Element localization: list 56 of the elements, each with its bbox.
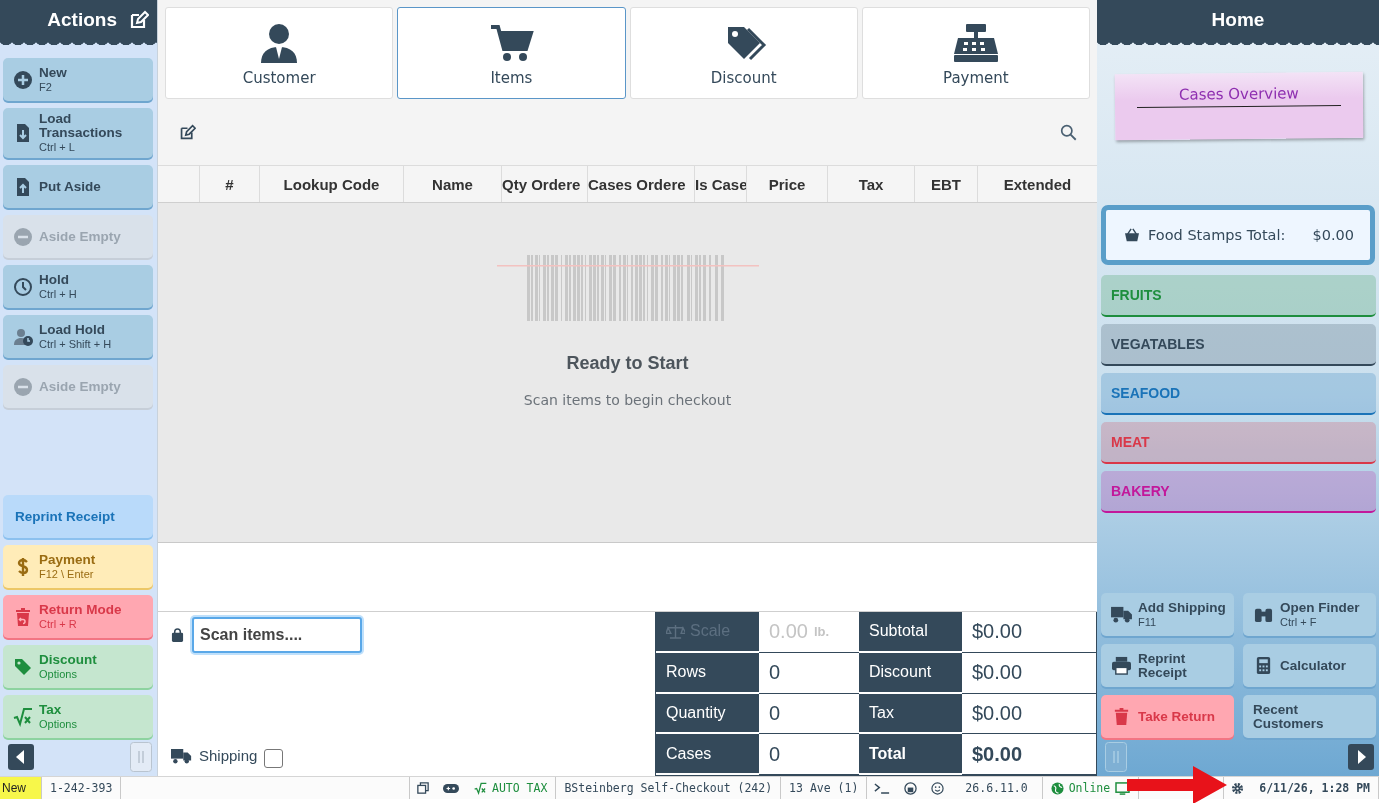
home-button[interactable]: Add Shipping F11 [1101,593,1234,636]
action-button[interactable]: Load Transactions Ctrl + L [3,108,153,158]
action-button[interactable]: Hold Ctrl + H [3,265,153,308]
version-number: 26.6.11.0 [951,777,1043,799]
home-button[interactable]: Reprint Receipt [1101,644,1234,687]
column-header[interactable]: Extended [978,166,1097,202]
shipping-label: Shipping [199,747,258,764]
tab[interactable]: Discount [629,7,858,99]
transaction-number: 1-242-393 [42,777,122,799]
empty-state-text: Scan items to begin checkout [523,392,732,408]
summary-value: $0.00 [962,612,1096,653]
column-header[interactable]: Lookup Code [260,166,404,202]
summary-value: $0.00 [962,734,1096,775]
summary-label: Subtotal [859,612,962,653]
home-button[interactable]: Calculator [1243,644,1376,687]
panel-title: Home [1211,9,1265,31]
station-name: BSteinberg Self-Checkout (242) [556,777,782,799]
action-button[interactable]: Reprint Receipt [3,495,153,538]
auto-tax-status[interactable]: AUTO TAX [466,777,557,799]
empty-state-title: Ready to Start [566,353,689,374]
store-name: 13 Ave (1) [781,777,868,799]
home-button[interactable]: Open Finder Ctrl + F [1243,593,1376,636]
home-button[interactable]: Recent Customers [1243,695,1376,738]
action-button[interactable]: Discount Options [3,645,153,688]
tab[interactable]: Customer [165,7,394,99]
summary-value: $0.00 [962,652,1096,694]
column-header[interactable]: Name [404,166,502,202]
sticky-note[interactable]: Cases Overview [1114,71,1364,141]
scan-field[interactable]: Scan items.... [192,617,362,653]
mode-indicator: New [0,777,42,799]
summary-value: $0.00 [962,693,1096,735]
column-header[interactable]: Price [747,166,828,202]
category-button[interactable]: VEGATABLES [1101,324,1376,366]
column-header[interactable]: Tax [828,166,915,202]
category-button[interactable]: SEAFOOD [1101,373,1376,415]
summary-label: Rows [656,652,759,694]
action-button[interactable]: Payment F12 \ Enter [3,545,153,588]
tab[interactable]: Payment [861,7,1090,99]
action-button[interactable]: Load Hold Ctrl + Shift + H [3,315,153,358]
food-stamps-value: $0.00 [1312,227,1354,243]
action-button[interactable]: Tax Options [3,695,153,738]
summary-label: Cases [656,734,759,775]
summary-label: Total [859,734,962,775]
summary-label: Tax [859,693,962,735]
column-header[interactable]: Cases Ordere [588,166,695,202]
tab[interactable]: Items [397,7,626,99]
column-header[interactable]: EBT [915,166,978,202]
summary-label: Discount [859,652,962,694]
food-stamps-label: Food Stamps Total: [1148,227,1287,243]
date-time: 6/11/26, 1:28 PM [1251,777,1379,799]
summary-label: Quantity [656,693,759,735]
action-button[interactable]: New F2 [3,58,153,101]
column-header[interactable]: Qty Ordere [502,166,588,202]
column-header[interactable]: # [200,166,260,202]
action-button[interactable]: Put Aside [3,165,153,208]
panel-title: Actions [47,9,117,31]
